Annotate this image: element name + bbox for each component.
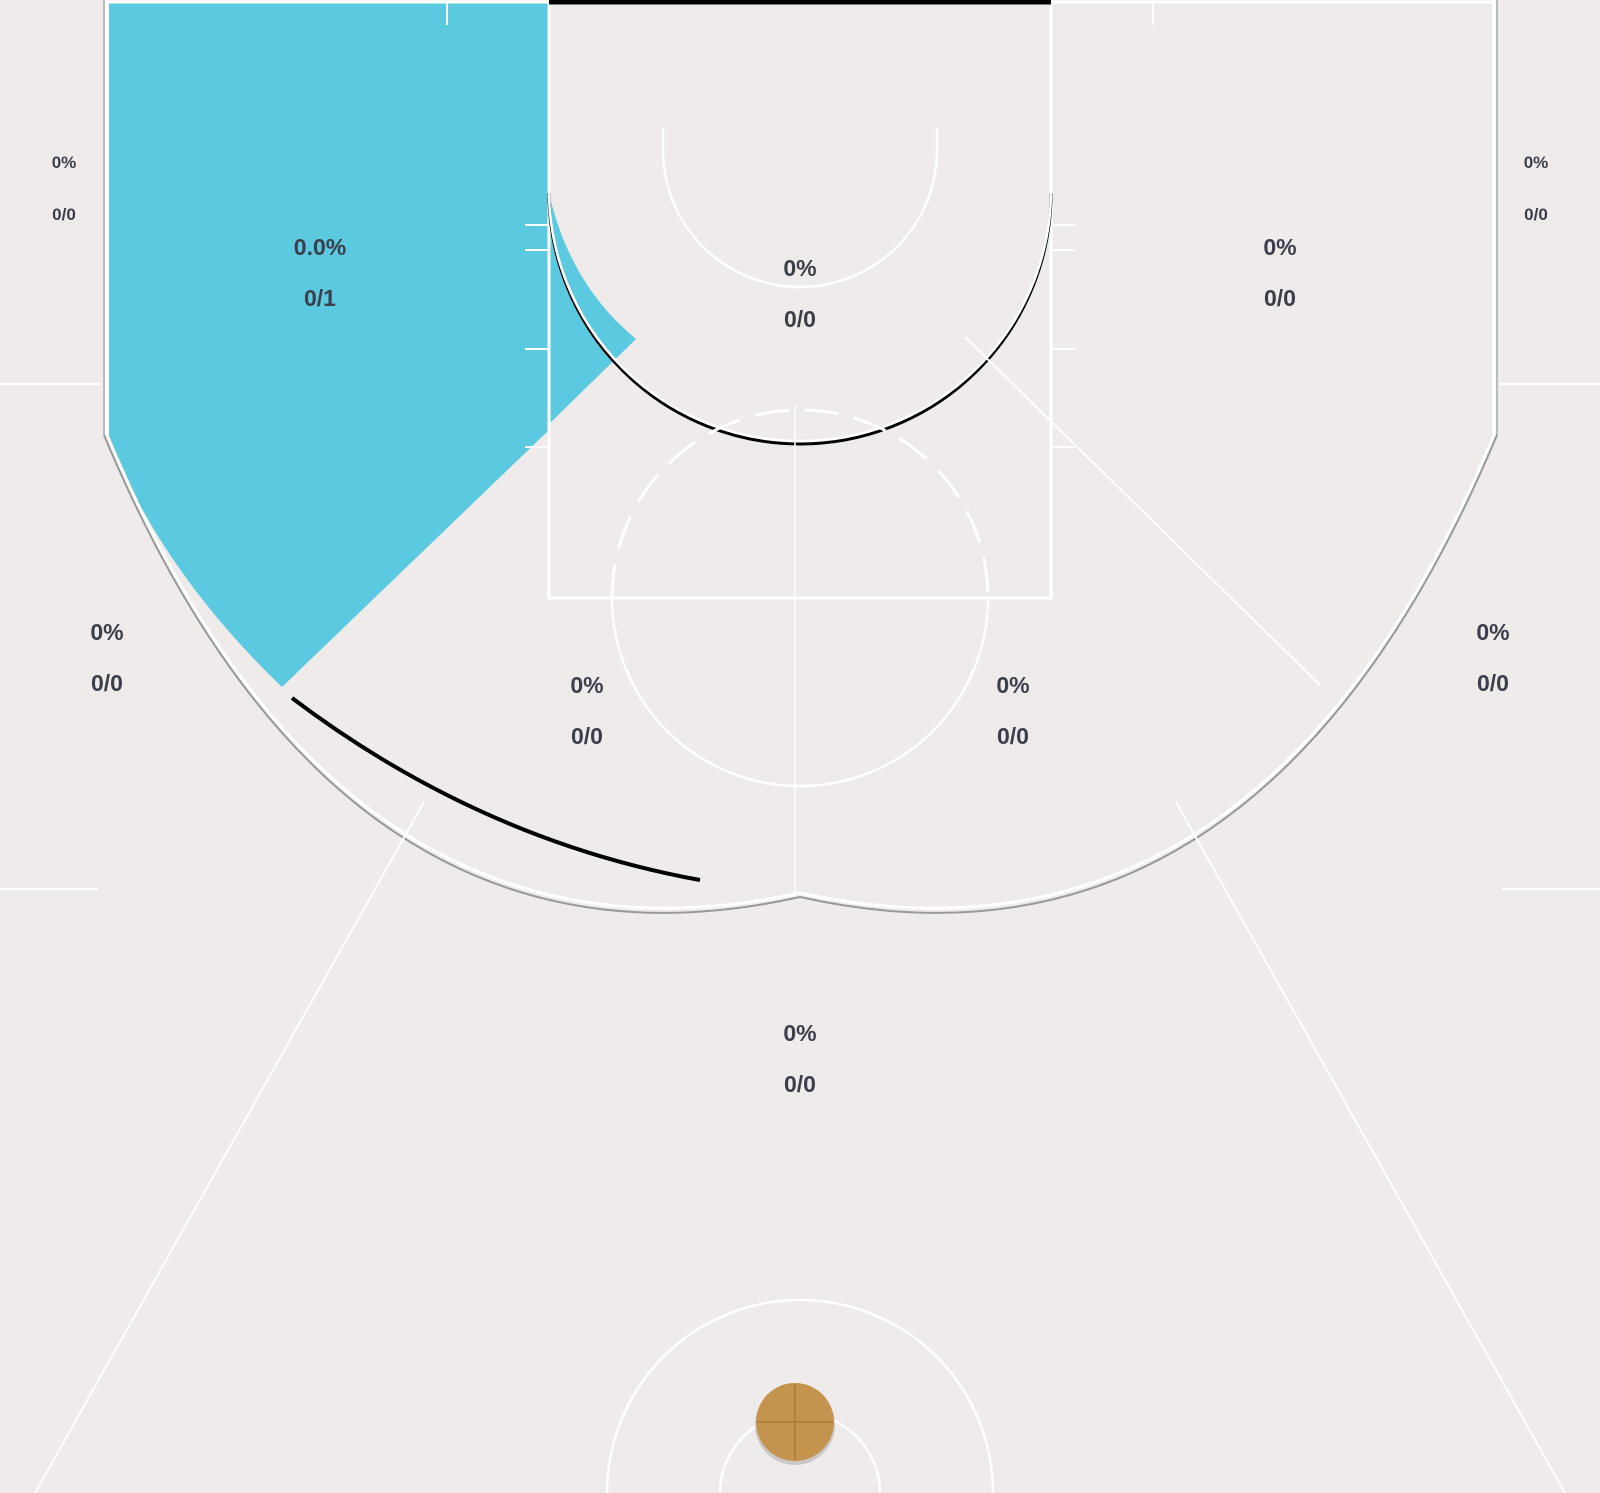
zone-three-top-percentage: 0% xyxy=(783,1020,816,1046)
zone-midrange-left-elbow-percentage: 0% xyxy=(570,672,603,698)
zone-corner-left-percentage: 0% xyxy=(52,153,77,172)
zone-corner-right-shots: 0/0 xyxy=(1524,205,1548,224)
zone-midrange-right-elbow-shots: 0/0 xyxy=(997,723,1029,749)
shot-chart-court: 0% 0/0 0% 0/0 0.0% 0/1 0% 0/0 0% 0/0 0% 0/0 0% 0/0 0% 0… xyxy=(0,0,1600,1493)
zone-three-left-wing-percentage: 0% xyxy=(90,619,123,645)
zone-midrange-left-baseline-percentage: 0.0% xyxy=(294,234,346,260)
zone-paint-percentage: 0% xyxy=(783,255,816,281)
zone-midrange-right-baseline-percentage: 0% xyxy=(1263,234,1296,260)
zone-corner-left-shots: 0/0 xyxy=(52,205,76,224)
zone-three-top-shots: 0/0 xyxy=(784,1071,816,1097)
zone-midrange-left-elbow-shots: 0/0 xyxy=(571,723,603,749)
zone-midrange-left-baseline-shots: 0/1 xyxy=(304,285,336,311)
zone-midrange-right-baseline-shots: 0/0 xyxy=(1264,285,1296,311)
zone-three-right-wing-shots: 0/0 xyxy=(1477,670,1509,696)
zone-three-left-wing-shots: 0/0 xyxy=(91,670,123,696)
zone-three-right-wing-percentage: 0% xyxy=(1476,619,1509,645)
zone-corner-right-percentage: 0% xyxy=(1524,153,1549,172)
zone-midrange-right-elbow-percentage: 0% xyxy=(996,672,1029,698)
basketball-icon xyxy=(755,1383,835,1465)
zone-paint-shots: 0/0 xyxy=(784,306,816,332)
